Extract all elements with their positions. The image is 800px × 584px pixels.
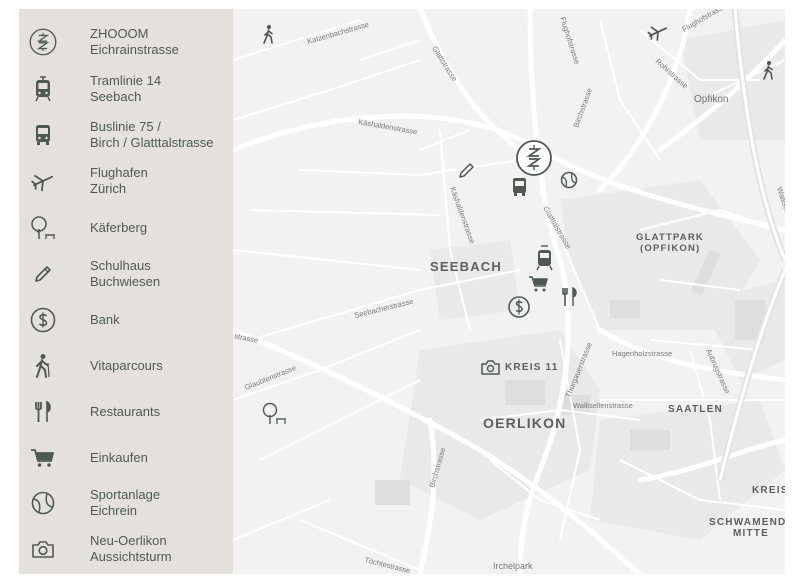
legend-item-kaeferberg[interactable]: Käferberg (19, 208, 233, 248)
legend-item-einkaufen[interactable]: Einkaufen (19, 438, 233, 478)
label-opfikon: Opfikon (694, 94, 728, 105)
tram-icon (29, 75, 57, 103)
street-wallisellen: Wallisellenstrasse (573, 401, 633, 410)
map-canvas[interactable]: SEEBACH OERLIKON KREIS 11 GLATTPARK (OPF… (233, 9, 785, 574)
legend-label-2: Aussichtsturm (90, 549, 172, 564)
legend-label-1: Sportanlage (90, 487, 161, 502)
camera-icon (29, 535, 57, 563)
legend-item-bus[interactable]: Buslinie 75 /Birch / Glatttalstrasse (19, 115, 233, 155)
label-kreis11: KREIS 11 (505, 362, 559, 373)
legend-label-1: Bank (90, 312, 120, 327)
label-saatlen: SAATLEN (668, 404, 723, 415)
bus-icon (29, 121, 57, 149)
hiker-icon (29, 352, 57, 380)
legend-item-restaurants[interactable]: Restaurants (19, 392, 233, 432)
tree-bench-icon (29, 214, 57, 242)
zhooom-logo-icon (29, 28, 57, 56)
legend-item-vitaparcours[interactable]: Vitaparcours (19, 346, 233, 386)
legend-item-tram[interactable]: Tramlinie 14 Seebach (19, 69, 233, 109)
label-oerlikon: OERLIKON (483, 415, 567, 431)
legend-item-aussichtsturm[interactable]: Neu-Oerlikon Aussichtsturm (19, 529, 233, 569)
shopping-cart-icon (29, 444, 57, 472)
marker-zhooom-logo-icon[interactable] (516, 140, 552, 176)
legend-panel: ZHOOOM Eichrainstrasse Tramlinie 14 Seebac… (19, 9, 233, 574)
legend-label-1: Vitaparcours (90, 358, 163, 373)
legend-item-zhooom[interactable]: ZHOOOM Eichrainstrasse (19, 22, 233, 62)
street-hagenholz: Hagenholzstrasse (612, 349, 672, 358)
label-mitte: MITTE (733, 528, 769, 539)
legend-label-1: Restaurants (90, 404, 161, 419)
map-svg[interactable]: SEEBACH OERLIKON KREIS 11 GLATTPARK (OPF… (233, 9, 785, 574)
legend-label-2: Eichrein (90, 503, 137, 518)
legend-label-1: Einkaufen (90, 450, 148, 465)
airplane-icon (29, 167, 57, 195)
legend-label-1: Tramlinie 14 (90, 73, 162, 88)
legend-label-2: Buchwiesen (90, 274, 161, 289)
label-schwamendingen: SCHWAMENDIN (709, 517, 785, 528)
tennis-ball-icon (29, 489, 57, 517)
legend-label-1: Flughafen (90, 165, 148, 180)
dollar-icon (29, 306, 57, 334)
legend-label-1: Neu-Oerlikon (90, 533, 167, 548)
legend-label-1: ZHOOOM (90, 26, 149, 41)
label-irchelpark: Irchelpark (493, 561, 533, 571)
legend-label-1: Buslinie 75 / (90, 119, 161, 134)
pencil-icon (29, 260, 57, 288)
legend-item-sportanlage[interactable]: Sportanlage Eichrein (19, 483, 233, 523)
legend-label-2: Zürich (90, 181, 127, 196)
label-kreis-edge: KREIS (752, 485, 785, 496)
legend-item-airport[interactable]: Flughafen Zürich (19, 161, 233, 201)
legend-label-2: Birch / Glatttalstrasse (90, 135, 214, 150)
legend-label-2: Eichrainstrasse (90, 42, 179, 57)
legend-label-2: Seebach (90, 89, 142, 104)
label-glattpark: GLATTPARK (636, 232, 704, 243)
label-seebach: SEEBACH (430, 259, 502, 274)
legend-label-1: Käferberg (90, 220, 148, 235)
fork-knife-icon (29, 398, 57, 426)
legend-item-schulhaus[interactable]: Schulhaus Buchwiesen (19, 254, 233, 294)
label-glattpark-opfikon: (OPFIKON) (640, 243, 700, 254)
legend-label-1: Schulhaus (90, 258, 151, 273)
legend-item-bank[interactable]: Bank (19, 300, 233, 340)
